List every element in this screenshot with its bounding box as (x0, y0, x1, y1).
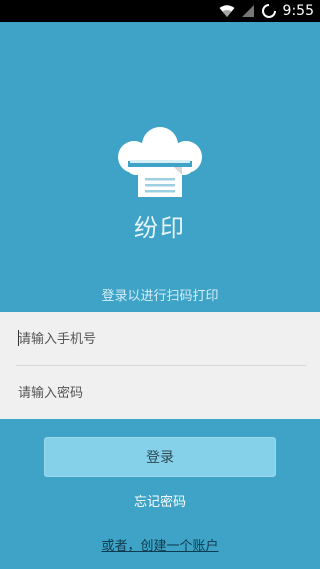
status-bar: 9:55 (0, 0, 320, 22)
field-divider (16, 365, 306, 366)
forgot-password-link[interactable]: 忘记密码 (0, 491, 320, 510)
cloud-printer-icon (112, 123, 208, 203)
phone-input[interactable] (16, 313, 306, 365)
login-button[interactable]: 登录 (44, 437, 276, 477)
create-account-link[interactable]: 或者，创建一个账户 (0, 535, 320, 554)
wifi-icon (219, 4, 235, 18)
signal-icon (241, 4, 255, 18)
password-input[interactable] (16, 367, 306, 419)
status-time: 9:55 (282, 3, 314, 19)
login-form (0, 312, 320, 419)
battery-icon (261, 3, 277, 19)
app-name: 纷印 (134, 214, 186, 242)
text-cursor (18, 330, 19, 346)
login-subtitle: 登录以进行扫码打印 (101, 289, 219, 304)
